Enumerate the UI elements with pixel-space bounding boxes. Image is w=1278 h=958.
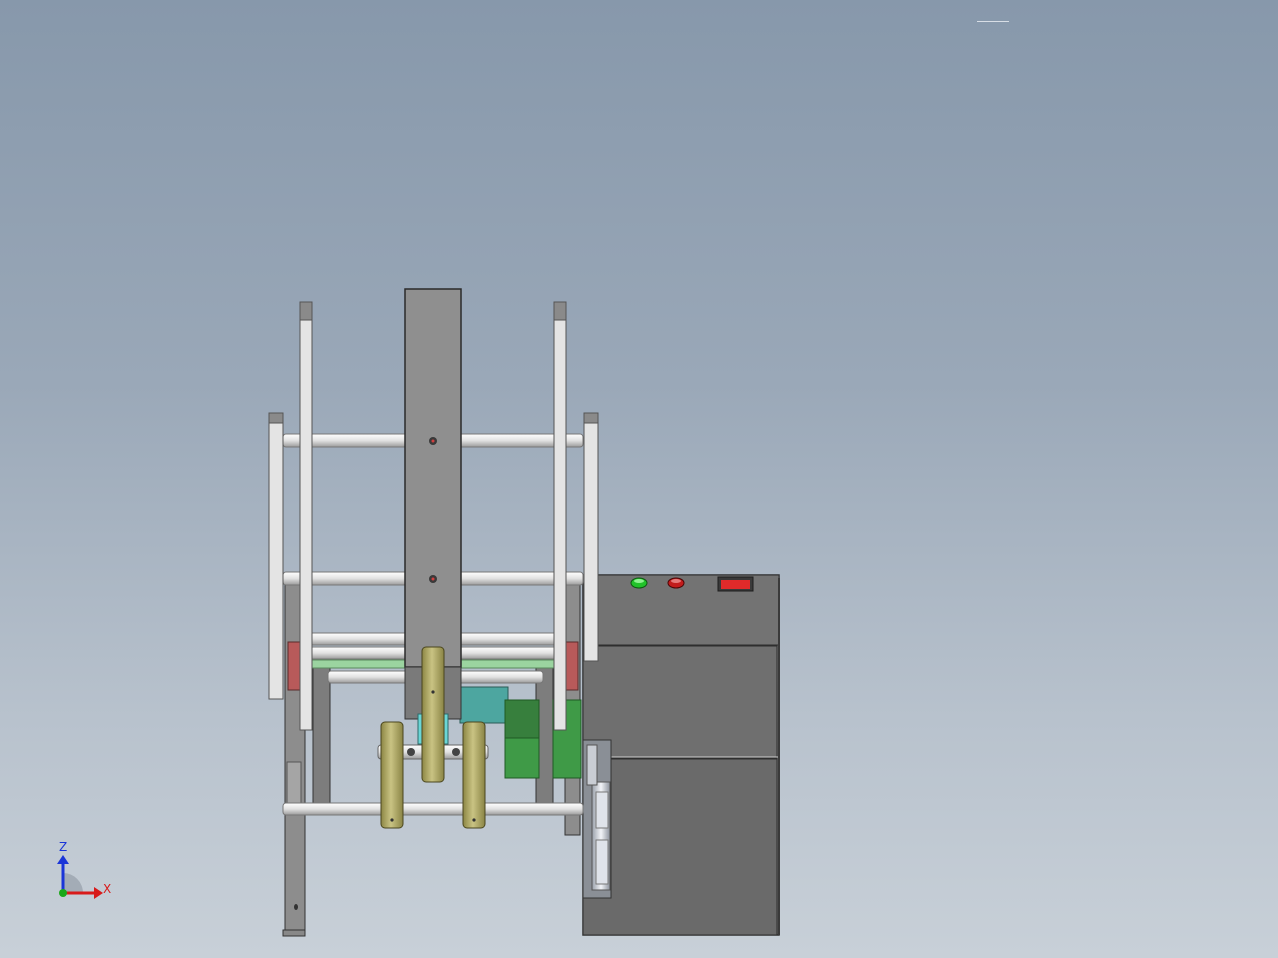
- triad-quadrant: [63, 873, 83, 893]
- machine-model[interactable]: Z X: [0, 0, 1278, 958]
- inner-left-post: [312, 667, 331, 815]
- cad-viewport[interactable]: Z X: [0, 0, 1278, 958]
- x-axis-label: X: [103, 882, 111, 896]
- control-box: [582, 574, 780, 936]
- stop-button[interactable]: [667, 577, 685, 589]
- power-switch[interactable]: [717, 576, 754, 592]
- pulley-disc-assembly: [582, 739, 612, 899]
- start-button[interactable]: [630, 577, 648, 589]
- y-axis-dot: [59, 889, 67, 897]
- right-red-pad: [565, 641, 579, 691]
- base-foot: [282, 929, 306, 937]
- coordinate-triad: Z X: [57, 840, 111, 899]
- z-axis-label: Z: [59, 840, 67, 854]
